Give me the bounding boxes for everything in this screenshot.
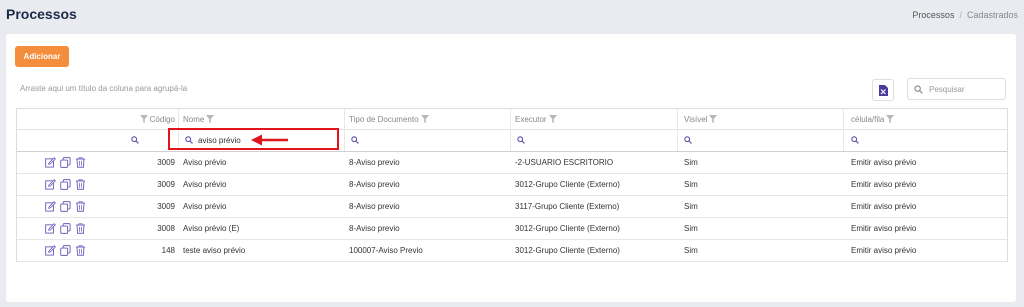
- edit-icon[interactable]: [45, 223, 56, 234]
- cell-nome: Aviso prévio: [183, 202, 227, 211]
- filter-funnel-icon[interactable]: [140, 115, 148, 123]
- table-row[interactable]: 3009 Aviso prévio 8-Aviso previo 3012-Gr…: [17, 174, 1007, 196]
- cell-tipo-documento: 8-Aviso previo: [349, 158, 400, 167]
- cell-codigo: 3009: [157, 180, 175, 189]
- column-header-codigo[interactable]: Código: [129, 109, 177, 129]
- cell-celula-fila: Emitir aviso prévio: [851, 180, 917, 189]
- filter-visivel[interactable]: [678, 129, 844, 151]
- cell-visivel: Sim: [684, 246, 698, 255]
- cell-visivel: Sim: [684, 202, 698, 211]
- search-icon: [351, 136, 359, 144]
- filter-row: [17, 129, 1007, 152]
- content-card: Adicionar Arraste aqui um título da colu…: [6, 34, 1016, 302]
- copy-icon[interactable]: [60, 245, 71, 256]
- cell-nome: Aviso prévio (E): [183, 224, 240, 233]
- filter-celula-fila[interactable]: [844, 129, 1007, 151]
- column-header-visivel[interactable]: Visível: [678, 109, 844, 129]
- search-icon: [914, 84, 923, 94]
- row-actions: [17, 152, 145, 173]
- trash-icon[interactable]: [75, 201, 86, 212]
- filter-funnel-icon[interactable]: [709, 115, 717, 123]
- cell-celula-fila: Emitir aviso prévio: [851, 246, 917, 255]
- cell-executor: 3012-Grupo Cliente (Externo): [515, 224, 620, 233]
- filter-funnel-icon[interactable]: [549, 115, 557, 123]
- add-button[interactable]: Adicionar: [15, 46, 69, 67]
- excel-export-icon: [878, 84, 888, 96]
- search-icon: [684, 136, 692, 144]
- breadcrumb-separator: /: [959, 10, 962, 20]
- cell-nome: Aviso prévio: [183, 158, 227, 167]
- cell-codigo: 148: [161, 246, 175, 255]
- header-row: Código Nome Tipo de Documento Executor V…: [17, 109, 1007, 130]
- group-panel-hint: Arraste aqui um título da coluna para ag…: [20, 84, 188, 93]
- breadcrumb-item-processos[interactable]: Processos: [912, 10, 954, 20]
- cell-tipo-documento: 8-Aviso previo: [349, 180, 400, 189]
- filter-nome[interactable]: [179, 129, 345, 151]
- cell-tipo-documento: 8-Aviso previo: [349, 202, 400, 211]
- breadcrumb-item-current: Cadastrados: [966, 10, 1018, 20]
- table-row[interactable]: 3009 Aviso prévio 8-Aviso previo -2-USUA…: [17, 152, 1007, 174]
- column-header-tipo-documento[interactable]: Tipo de Documento: [345, 109, 511, 129]
- export-excel-button[interactable]: [872, 79, 894, 101]
- edit-icon[interactable]: [45, 245, 56, 256]
- search-input[interactable]: [927, 83, 1005, 95]
- search-icon: [851, 136, 859, 144]
- cell-celula-fila: Emitir aviso prévio: [851, 202, 917, 211]
- row-actions: [17, 174, 145, 195]
- search-icon: [185, 136, 193, 144]
- table-row[interactable]: 148 teste aviso prévio 100007-Aviso Prev…: [17, 240, 1007, 262]
- cell-codigo: 3008: [157, 224, 175, 233]
- edit-icon[interactable]: [45, 157, 56, 168]
- top-bar: Processos Processos / Cadastrados: [0, 0, 1024, 34]
- cell-visivel: Sim: [684, 180, 698, 189]
- cell-tipo-documento: 8-Aviso previo: [349, 224, 400, 233]
- cell-executor: 3012-Grupo Cliente (Externo): [515, 180, 620, 189]
- cell-visivel: Sim: [684, 158, 698, 167]
- trash-icon[interactable]: [75, 245, 86, 256]
- cell-nome: Aviso prévio: [183, 180, 227, 189]
- trash-icon[interactable]: [75, 179, 86, 190]
- filter-funnel-icon[interactable]: [206, 115, 214, 123]
- filter-tipo-documento[interactable]: [345, 129, 511, 151]
- page-title: Processos: [6, 6, 77, 22]
- trash-icon[interactable]: [75, 157, 86, 168]
- data-grid: Código Nome Tipo de Documento Executor V…: [16, 108, 1008, 262]
- search-icon: [131, 136, 139, 144]
- edit-icon[interactable]: [45, 201, 56, 212]
- filter-funnel-icon[interactable]: [421, 115, 429, 123]
- column-header-executor[interactable]: Executor: [511, 109, 678, 129]
- copy-icon[interactable]: [60, 223, 71, 234]
- row-actions: [17, 218, 145, 239]
- table-row[interactable]: 3008 Aviso prévio (E) 8-Aviso previo 301…: [17, 218, 1007, 240]
- cell-executor: 3012-Grupo Cliente (Externo): [515, 246, 620, 255]
- cell-visivel: Sim: [684, 224, 698, 233]
- filter-codigo[interactable]: [17, 129, 145, 151]
- cell-celula-fila: Emitir aviso prévio: [851, 224, 917, 233]
- search-box[interactable]: [907, 78, 1006, 100]
- cell-codigo: 3009: [157, 202, 175, 211]
- row-actions: [17, 240, 145, 261]
- breadcrumb: Processos / Cadastrados: [912, 10, 1018, 20]
- trash-icon[interactable]: [75, 223, 86, 234]
- column-header-nome[interactable]: Nome: [179, 109, 345, 129]
- cell-executor: -2-USUARIO ESCRITORIO: [515, 158, 614, 167]
- filter-executor[interactable]: [511, 129, 678, 151]
- table-row[interactable]: 3009 Aviso prévio 8-Aviso previo 3117-Gr…: [17, 196, 1007, 218]
- search-icon: [517, 136, 525, 144]
- filter-funnel-icon[interactable]: [886, 115, 894, 123]
- cell-celula-fila: Emitir aviso prévio: [851, 158, 917, 167]
- cell-executor: 3117-Grupo Cliente (Externo): [515, 202, 620, 211]
- cell-nome: teste aviso prévio: [183, 246, 246, 255]
- row-actions: [17, 196, 145, 217]
- copy-icon[interactable]: [60, 201, 71, 212]
- edit-icon[interactable]: [45, 179, 56, 190]
- copy-icon[interactable]: [60, 157, 71, 168]
- cell-tipo-documento: 100007-Aviso Previo: [349, 246, 423, 255]
- filter-nome-input[interactable]: [198, 135, 268, 145]
- column-header-celula-fila[interactable]: célula/fila: [844, 109, 1007, 129]
- cell-codigo: 3009: [157, 158, 175, 167]
- copy-icon[interactable]: [60, 179, 71, 190]
